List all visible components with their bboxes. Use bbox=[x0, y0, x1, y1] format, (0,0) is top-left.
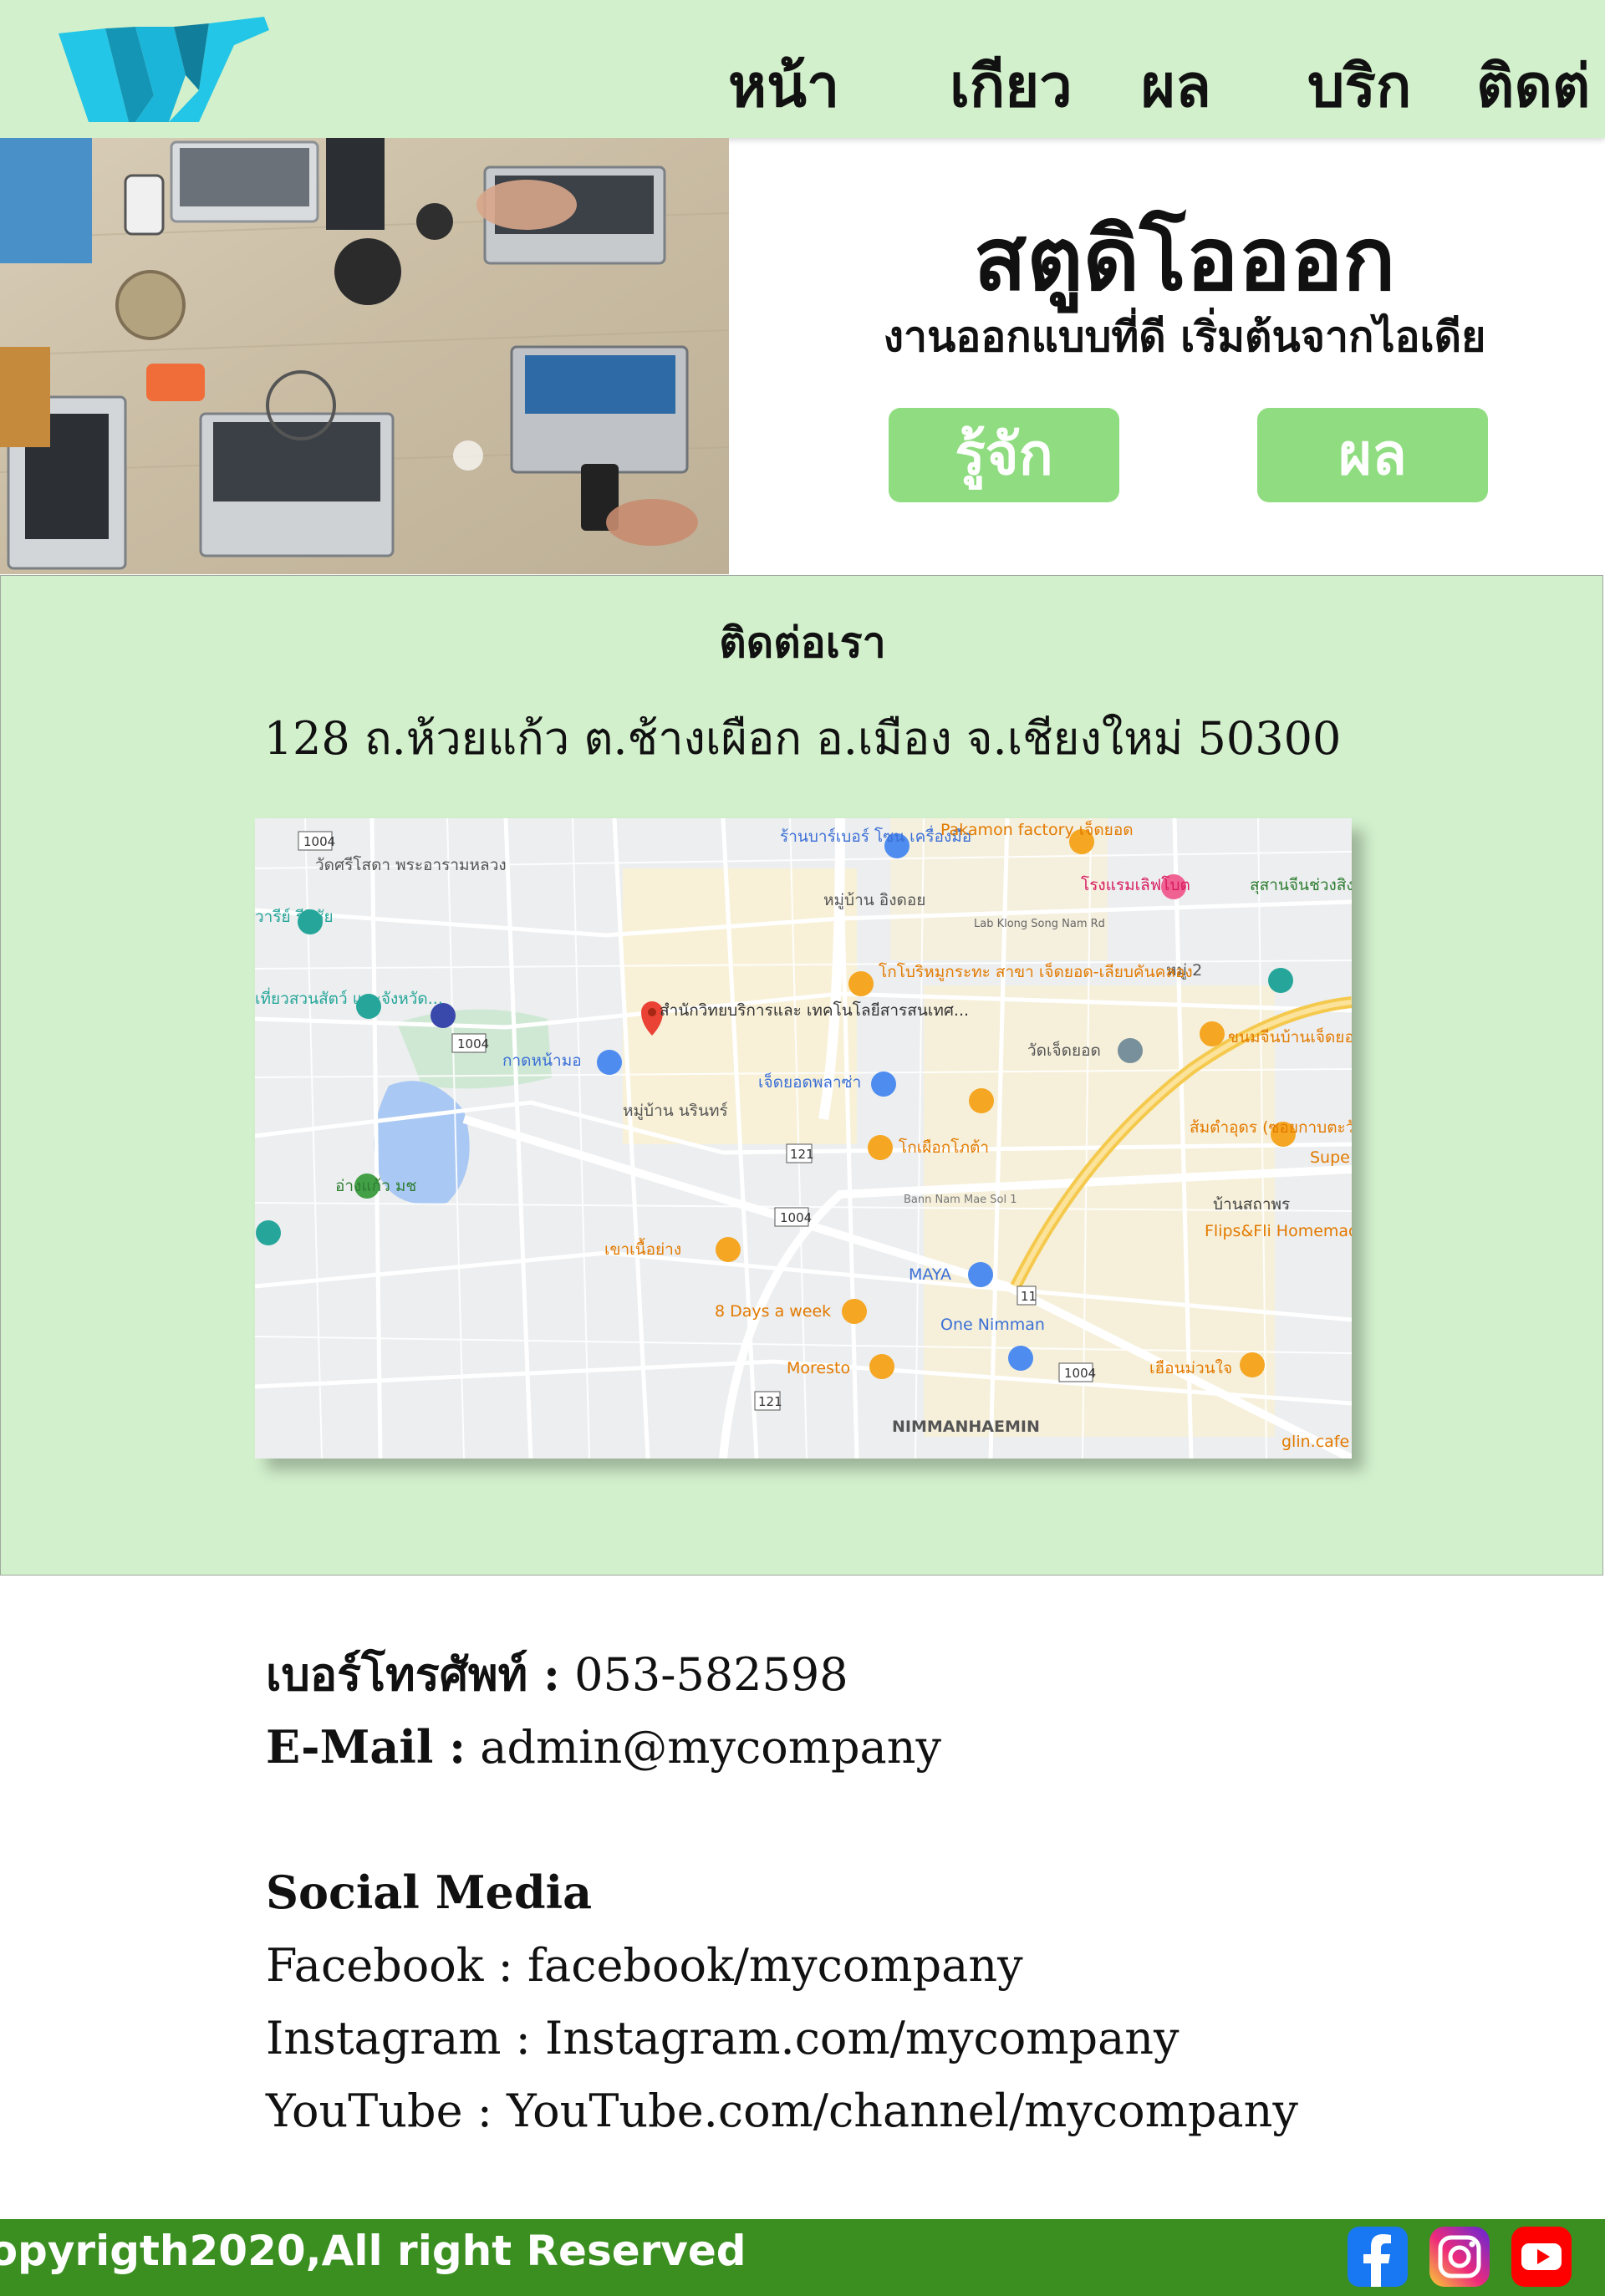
main-nav: หน้า เกียว ผล บริก ติดต่ bbox=[0, 48, 1605, 124]
map-label: NIMMANHAEMIN bbox=[892, 1418, 1040, 1436]
road-label: 121 bbox=[790, 1147, 814, 1162]
map-embed[interactable]: 1004 1004 1004 1004 121 121 11 ร้านบาร์เ… bbox=[255, 818, 1352, 1459]
map-canvas[interactable]: 1004 1004 1004 1004 121 121 11 ร้านบาร์เ… bbox=[255, 818, 1352, 1459]
road-label: 1004 bbox=[1064, 1366, 1096, 1381]
facebook-label: Facebook : bbox=[266, 1939, 513, 1992]
map-label: หมู่บ้าน นรินทร์ bbox=[623, 1102, 728, 1120]
hero-image bbox=[0, 138, 729, 574]
map-label: วารีย์ รีวิชัย bbox=[255, 908, 334, 926]
youtube-link[interactable]: YouTube.com/channel/mycompany bbox=[507, 2085, 1298, 2137]
email-line: E-Mail : admin@mycompany bbox=[266, 1711, 1520, 1784]
map-label: อ่างแก้ว มช bbox=[335, 1177, 416, 1195]
desk-with-laptops-photo bbox=[0, 138, 729, 574]
map-label: Bann Nam Mae Sol 1 bbox=[904, 1194, 1017, 1206]
facebook-line: Facebook : facebook/mycompany bbox=[266, 1929, 1520, 2002]
map-label: glin.cafe bbox=[1281, 1433, 1349, 1451]
map-label: ส้มตำอุดร (ซอยกาบตะวัน) bbox=[1190, 1118, 1352, 1138]
map-label: เขาเนื้อย่าง bbox=[604, 1238, 681, 1259]
map-label: สุสานจีนช่วงสิงห์ bbox=[1250, 876, 1352, 895]
map-label: Lab Klong Song Nam Rd bbox=[974, 918, 1105, 930]
map-label: Supe bbox=[1310, 1148, 1350, 1167]
map-label: กาดหน้ามอ bbox=[502, 1051, 582, 1070]
instagram-link[interactable]: Instagram.com/mycompany bbox=[545, 2012, 1180, 2064]
nav-item-about[interactable]: เกียว bbox=[950, 48, 1073, 124]
contact-section: ติดต่อเรา 128 ถ.ห้วยแก้ว ต.ช้างเผือก อ.เ… bbox=[0, 575, 1603, 1576]
facebook-link[interactable]: facebook/mycompany bbox=[527, 1939, 1023, 1992]
map-label: ขนมจีนบ้านเจ็ดยอด bbox=[1228, 1026, 1352, 1046]
instagram-line: Instagram : Instagram.com/mycompany bbox=[266, 2002, 1520, 2075]
map-label: 8 Days a week bbox=[715, 1302, 831, 1321]
nav-item-services[interactable]: บริก bbox=[1307, 48, 1411, 124]
map-label: MAYA bbox=[909, 1265, 951, 1284]
road-label: 1004 bbox=[303, 834, 335, 849]
map-label: เฮือนม่วนใจ bbox=[1149, 1359, 1232, 1377]
hero-subtitle: งานออกแบบที่ดี เริ่มต้นจากไอเดีย bbox=[883, 313, 1486, 361]
map-label: Pakamon factory เจ็ดยอด bbox=[940, 819, 1134, 839]
nav-item-portfolio[interactable]: ผล bbox=[1141, 48, 1211, 124]
facebook-icon[interactable] bbox=[1346, 2225, 1409, 2288]
map-label: Flips&Fli Homemade Donu bbox=[1205, 1222, 1352, 1240]
copyright-text: Copyrigth2020,All right Reserved bbox=[0, 2227, 746, 2275]
contact-info: เบอร์โทรศัพท์ : 053-582598 E-Mail : admi… bbox=[266, 1638, 1520, 2147]
youtube-icon[interactable] bbox=[1510, 2225, 1573, 2288]
about-button[interactable]: รู้จัก bbox=[889, 408, 1119, 502]
youtube-line: YouTube : YouTube.com/channel/mycompany bbox=[266, 2075, 1520, 2147]
map-label: เที่ยวสวนสัตว์ และจังหวัด... bbox=[255, 987, 443, 1008]
map-label: บ้านสถาพร bbox=[1213, 1195, 1290, 1214]
map-label: หมู่บ้าน อิงดอย bbox=[823, 891, 925, 909]
map-label: เจ็ดยอดพลาซ่า bbox=[758, 1072, 861, 1092]
instagram-icon[interactable] bbox=[1428, 2225, 1491, 2288]
map-label: โกโบริหมูกระทะ สาขา เจ็ดยอด-เลียบคันคลอง bbox=[879, 961, 1193, 981]
road-label: 11 bbox=[1021, 1289, 1037, 1304]
road-label: 121 bbox=[758, 1394, 782, 1409]
nav-item-home[interactable]: หน้า bbox=[728, 48, 839, 124]
phone-value[interactable]: 053-582598 bbox=[574, 1648, 848, 1701]
contact-title: ติดต่อเรา bbox=[719, 619, 886, 667]
map-label: Moresto bbox=[787, 1359, 850, 1377]
map-label: One Nimman bbox=[940, 1316, 1045, 1334]
phone-line: เบอร์โทรศัพท์ : 053-582598 bbox=[266, 1638, 1520, 1711]
hero-title: สตูดิโอออก bbox=[973, 208, 1396, 310]
map-label: สำนักวิทยบริการและ เทคโนโลยีสารสนเทศ... bbox=[660, 1000, 969, 1020]
instagram-label: Instagram : bbox=[266, 2012, 531, 2064]
phone-label: เบอร์โทรศัพท์ : bbox=[266, 1647, 560, 1701]
road-label: 1004 bbox=[457, 1036, 489, 1051]
nav-item-contact[interactable]: ติดต่ bbox=[1476, 48, 1590, 124]
map-label: โกเผือกโภต้า bbox=[899, 1138, 989, 1157]
map-label: วัดศรีโสดา พระอารามหลวง bbox=[315, 855, 507, 874]
site-header: หน้า เกียว ผล บริก ติดต่ bbox=[0, 0, 1605, 138]
social-title: Social Media bbox=[266, 1866, 593, 1919]
map-label: วัดเจ็ดยอด bbox=[1027, 1040, 1101, 1060]
site-footer: Copyrigth2020,All right Reserved bbox=[0, 2219, 1605, 2296]
map-label: โรงแรมเลิฟโบต bbox=[1081, 875, 1190, 894]
portfolio-button[interactable]: ผล bbox=[1257, 408, 1488, 502]
youtube-label: YouTube : bbox=[266, 2085, 492, 2137]
address-text: 128 ถ.ห้วยแก้ว ต.ช้างเผือก อ.เมือง จ.เชี… bbox=[263, 712, 1342, 765]
road-label: 1004 bbox=[780, 1210, 812, 1225]
email-value[interactable]: admin@mycompany bbox=[480, 1721, 941, 1774]
email-label: E-Mail : bbox=[266, 1720, 466, 1774]
